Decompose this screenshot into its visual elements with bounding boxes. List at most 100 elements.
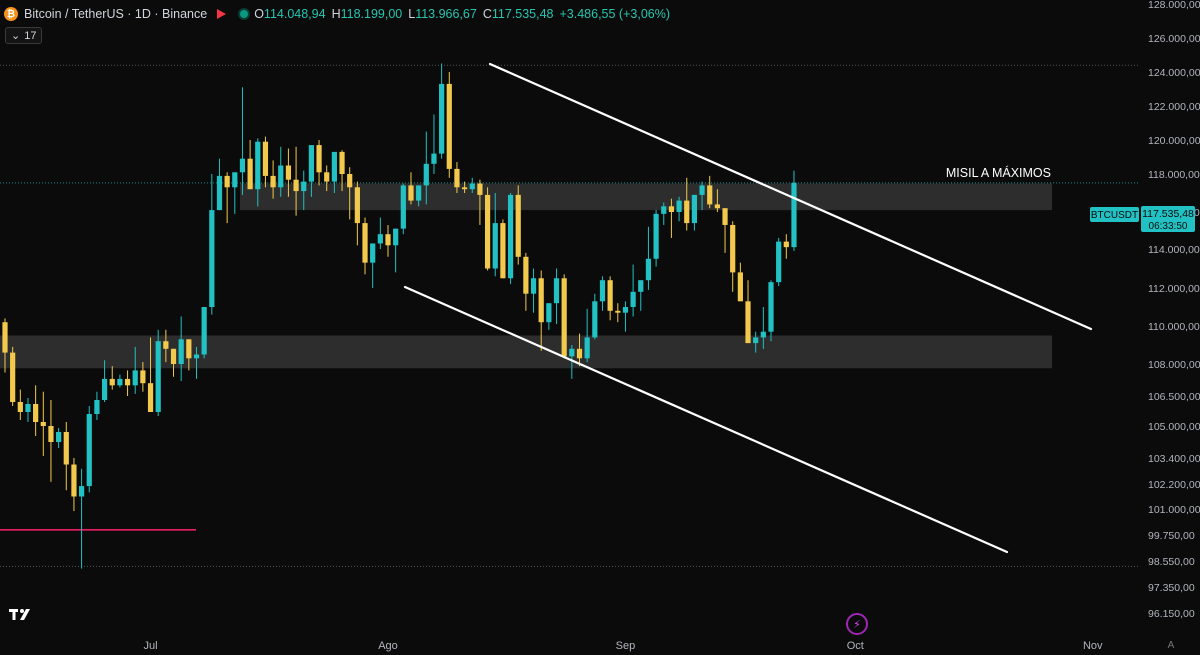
symbol-title[interactable]: Bitcoin / TetherUS · 1D · Binance bbox=[24, 7, 207, 21]
candle-body bbox=[25, 404, 31, 412]
candle bbox=[247, 140, 253, 190]
candle-body bbox=[707, 185, 713, 205]
x-tick-label: Jul bbox=[144, 640, 158, 652]
candle-body bbox=[71, 464, 77, 497]
low-value: 113.966,67 bbox=[415, 7, 477, 21]
candle-body bbox=[714, 204, 720, 209]
candle-body bbox=[301, 181, 307, 192]
candle bbox=[56, 428, 62, 448]
candle-body bbox=[584, 337, 590, 359]
channel-lower-line bbox=[403, 285, 1009, 554]
candle-body bbox=[745, 301, 751, 344]
candle-body bbox=[446, 83, 452, 169]
candle-body bbox=[385, 234, 391, 246]
high-value: 118.199,00 bbox=[340, 7, 403, 21]
candle bbox=[201, 307, 207, 359]
candle-body bbox=[377, 234, 383, 244]
candle bbox=[40, 391, 46, 456]
candle-body bbox=[347, 174, 353, 188]
candle bbox=[155, 329, 161, 416]
price-axis: 128.000,00 126.000,00 124.000,00 122.000,00… bbox=[1148, 0, 1200, 620]
candle bbox=[439, 63, 445, 159]
candle-body bbox=[94, 400, 100, 414]
candle-body bbox=[630, 291, 636, 307]
candle bbox=[224, 172, 230, 224]
candle-body bbox=[569, 348, 575, 357]
candle-body bbox=[101, 378, 108, 400]
candle-body bbox=[124, 378, 131, 386]
candle bbox=[622, 301, 629, 332]
candle-body bbox=[546, 303, 552, 323]
candle-body bbox=[140, 370, 146, 384]
candle-body bbox=[316, 145, 322, 173]
candle bbox=[393, 228, 399, 273]
candle-body bbox=[439, 83, 445, 154]
candle bbox=[377, 217, 383, 249]
candle bbox=[484, 187, 491, 271]
y-tick-label: 128.000,00 bbox=[1148, 0, 1200, 11]
candle-body bbox=[599, 280, 606, 302]
candle-body bbox=[530, 278, 537, 294]
candle-body bbox=[615, 310, 621, 313]
price-tag-price: 117.535,48 bbox=[1142, 208, 1194, 220]
x-tick-label: Sep bbox=[616, 640, 636, 652]
candle-body bbox=[791, 182, 797, 248]
candle-body bbox=[622, 307, 629, 313]
candle-body bbox=[40, 422, 46, 426]
indicators-toggle-button[interactable]: ⌄ 17 bbox=[5, 27, 43, 44]
candle bbox=[25, 398, 31, 422]
candle-body bbox=[147, 383, 154, 412]
bitcoin-icon: ₿ bbox=[4, 7, 18, 21]
candle-body bbox=[730, 224, 736, 273]
candle bbox=[737, 262, 743, 302]
candle-body bbox=[278, 165, 284, 188]
candle bbox=[515, 185, 521, 265]
candle bbox=[170, 348, 177, 377]
candle bbox=[783, 234, 789, 259]
candle-body bbox=[247, 158, 253, 190]
candle bbox=[362, 217, 368, 275]
candle-body bbox=[293, 179, 299, 192]
candles bbox=[2, 63, 797, 569]
candle-body bbox=[661, 206, 667, 214]
open-value: 114.048,94 bbox=[263, 7, 326, 21]
tradingview-logo-icon[interactable] bbox=[8, 606, 36, 622]
y-tick-label: 120.000,00 bbox=[1148, 135, 1200, 147]
candle bbox=[446, 72, 452, 178]
candle bbox=[630, 264, 636, 317]
candle bbox=[209, 174, 215, 315]
market-open-dot-icon bbox=[240, 10, 249, 18]
candle bbox=[500, 219, 506, 279]
candle-body bbox=[155, 341, 161, 412]
candle-body bbox=[653, 213, 659, 259]
y-tick-label: 99.750,00 bbox=[1148, 530, 1195, 542]
y-tick-label: 124.000,00 bbox=[1148, 67, 1200, 79]
y-tick-label: 96.150,00 bbox=[1148, 608, 1195, 620]
candle-body bbox=[362, 223, 368, 263]
candle-body bbox=[63, 432, 69, 465]
auto-scale-icon[interactable]: A bbox=[1164, 638, 1178, 652]
flag-icon[interactable] bbox=[217, 9, 227, 19]
candle-body bbox=[308, 145, 314, 182]
candlestick-chart[interactable]: 128.000,00 126.000,00 124.000,00 122.000,00… bbox=[0, 0, 1200, 655]
candle-body bbox=[10, 352, 16, 402]
candle bbox=[400, 183, 406, 235]
candle bbox=[124, 370, 131, 396]
candle-body bbox=[239, 158, 246, 173]
candle-body bbox=[255, 141, 261, 190]
price-tag: BTCUSDT 117.535,48 06:33:50 bbox=[1090, 206, 1195, 232]
y-tick-label: 122.000,00 bbox=[1148, 101, 1200, 113]
candle bbox=[216, 158, 223, 211]
candle-body bbox=[737, 272, 743, 302]
candle-body bbox=[469, 183, 475, 190]
candle-body bbox=[722, 208, 728, 225]
lightning-icon[interactable]: ⚡ bbox=[846, 613, 868, 635]
candle-body bbox=[400, 185, 406, 229]
candle bbox=[776, 237, 782, 287]
candle bbox=[507, 193, 514, 285]
candle-body bbox=[393, 228, 399, 246]
price-tag-countdown: 06:33:50 bbox=[1149, 221, 1188, 232]
candle bbox=[10, 346, 16, 406]
candle-body bbox=[576, 348, 583, 359]
candle-body bbox=[783, 241, 789, 248]
